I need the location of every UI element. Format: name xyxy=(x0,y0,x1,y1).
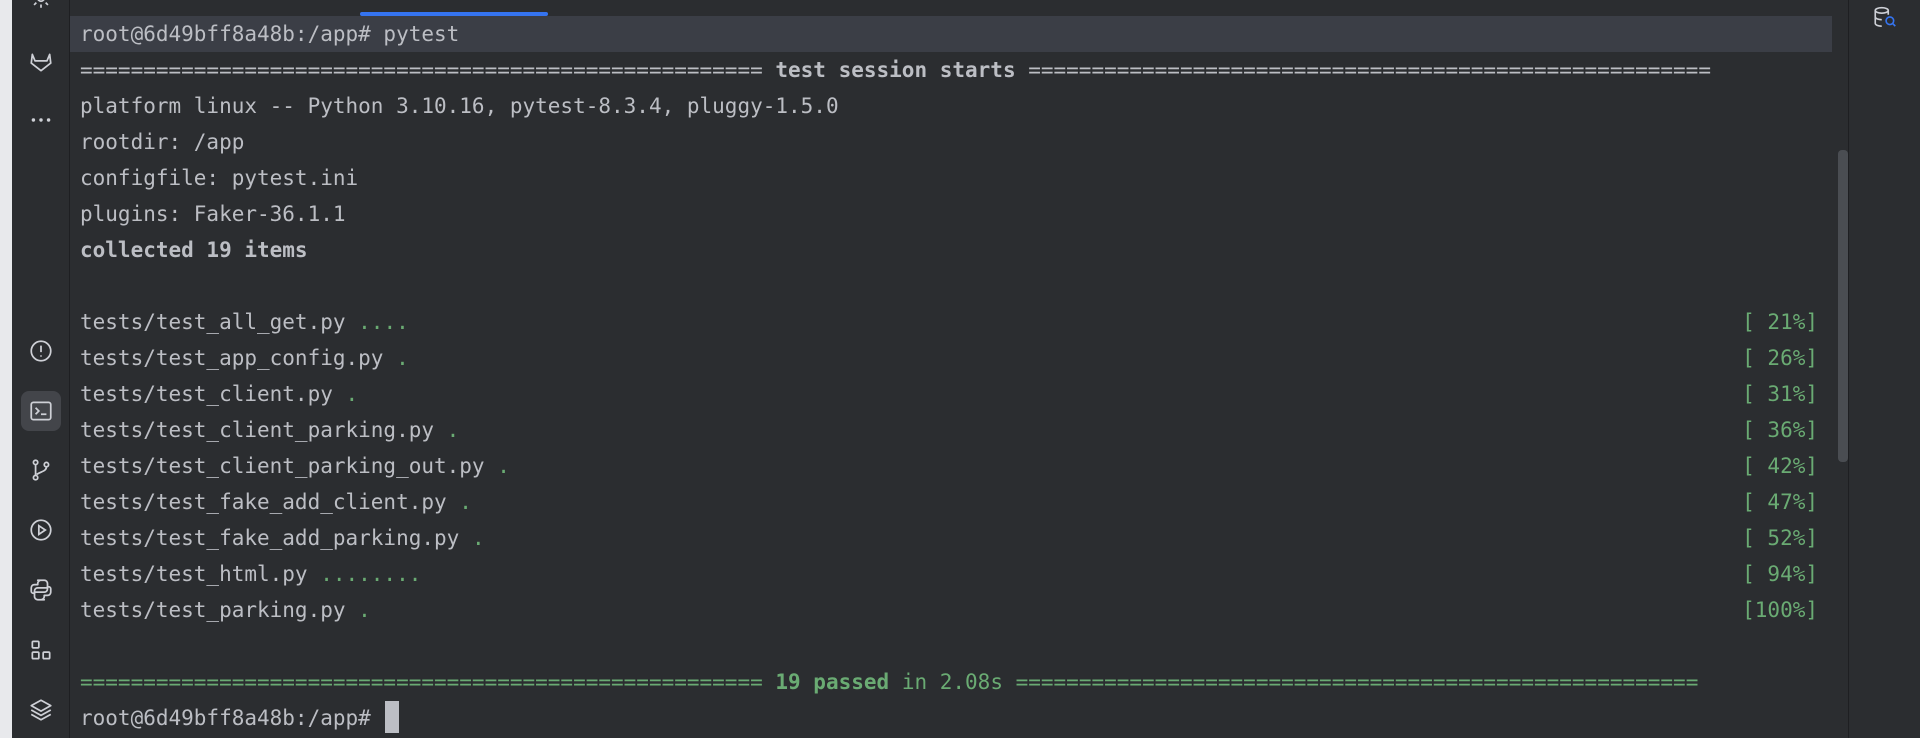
terminal-panel[interactable]: root@6d49bff8a48b:/app# pytest =========… xyxy=(70,0,1848,738)
test-progress: [ 47%] xyxy=(1742,490,1818,514)
test-dots: . xyxy=(497,454,510,478)
configfile-line: configfile: pytest.ini xyxy=(80,166,359,190)
test-file: tests/test_client_parking.py xyxy=(80,418,447,442)
test-dots: . xyxy=(471,526,485,550)
test-result-line: tests/test_all_get.py .... [ 21%] xyxy=(70,304,1832,340)
session-header-line: ========================================… xyxy=(70,52,1832,88)
separator: ========================================… xyxy=(80,670,776,694)
test-file: tests/test_all_get.py xyxy=(80,310,359,334)
test-result-line: tests/test_fake_add_parking.py . [ 52%] xyxy=(70,520,1832,556)
separator: ========================================… xyxy=(1015,58,1711,82)
layers-icon[interactable] xyxy=(21,690,61,730)
problems-icon[interactable] xyxy=(21,331,61,371)
command-line: root@6d49bff8a48b:/app# pytest xyxy=(70,16,1832,52)
text-cursor xyxy=(385,701,400,733)
test-progress: [ 94%] xyxy=(1742,562,1818,586)
terminal-icon[interactable] xyxy=(21,391,61,431)
test-dots: . xyxy=(446,418,460,442)
rootdir-line: rootdir: /app xyxy=(80,130,245,154)
structure-icon[interactable] xyxy=(21,630,61,670)
test-dots: ........ xyxy=(320,562,422,586)
settings-icon[interactable] xyxy=(21,0,61,18)
more-icon[interactable] xyxy=(21,100,61,140)
collected-line: collected 19 items xyxy=(80,238,308,262)
separator: ========================================… xyxy=(80,58,776,82)
database-icon[interactable] xyxy=(1863,2,1907,34)
test-dots: .... xyxy=(358,310,409,334)
run-icon[interactable] xyxy=(21,510,61,550)
terminal-output[interactable]: root@6d49bff8a48b:/app# pytest =========… xyxy=(70,16,1848,738)
test-dots: . xyxy=(358,598,371,622)
test-file: tests/test_app_config.py xyxy=(80,346,397,370)
left-tool-window-bar xyxy=(12,0,70,738)
prompt-line[interactable]: root@6d49bff8a48b:/app# xyxy=(70,700,1832,736)
test-result-line: tests/test_app_config.py . [ 26%] xyxy=(70,340,1832,376)
test-file: tests/test_fake_add_parking.py xyxy=(80,526,472,550)
test-file: tests/test_fake_add_client.py xyxy=(80,490,460,514)
separator: ========================================… xyxy=(1002,670,1699,694)
session-title: test session starts xyxy=(775,58,1016,82)
plugins-line: plugins: Faker-36.1.1 xyxy=(80,202,346,226)
test-file: tests/test_client_parking_out.py xyxy=(80,454,498,478)
window-edge xyxy=(0,0,12,738)
vertical-scrollbar[interactable] xyxy=(1838,150,1848,462)
test-progress: [ 42%] xyxy=(1742,454,1818,478)
duration: in 2.08s xyxy=(889,670,1003,694)
test-progress: [ 26%] xyxy=(1742,346,1818,370)
platform-line: platform linux -- Python 3.10.16, pytest… xyxy=(80,94,839,118)
test-file: tests/test_parking.py xyxy=(80,598,359,622)
test-result-line: tests/test_html.py ........ [ 94%] xyxy=(70,556,1832,592)
test-result-line: tests/test_client.py . [ 31%] xyxy=(70,376,1832,412)
test-progress: [ 36%] xyxy=(1742,418,1818,442)
python-packages-icon[interactable] xyxy=(21,570,61,610)
test-dots: . xyxy=(396,346,409,370)
passed-count: 19 passed xyxy=(775,670,890,694)
test-progress: [ 52%] xyxy=(1742,526,1818,550)
gitlab-icon[interactable] xyxy=(21,42,61,82)
test-progress: [100%] xyxy=(1742,598,1818,622)
right-tool-window-bar xyxy=(1848,0,1920,738)
shell-prompt: root@6d49bff8a48b:/app# xyxy=(80,706,384,730)
test-result-line: tests/test_client_parking_out.py . [ 42%] xyxy=(70,448,1832,484)
test-dots: . xyxy=(345,382,359,406)
terminal-tab-bar xyxy=(70,0,1848,16)
test-result-line: tests/test_parking.py . [100%] xyxy=(70,592,1832,628)
summary-line: ========================================… xyxy=(70,664,1832,700)
test-result-line: tests/test_client_parking.py . [ 36%] xyxy=(70,412,1832,448)
test-result-line: tests/test_fake_add_client.py . [ 47%] xyxy=(70,484,1832,520)
test-dots: . xyxy=(459,490,472,514)
test-file: tests/test_html.py xyxy=(80,562,321,586)
git-icon[interactable] xyxy=(21,450,61,490)
test-progress: [ 21%] xyxy=(1742,310,1818,334)
test-progress: [ 31%] xyxy=(1742,382,1818,406)
test-file: tests/test_client.py xyxy=(80,382,346,406)
